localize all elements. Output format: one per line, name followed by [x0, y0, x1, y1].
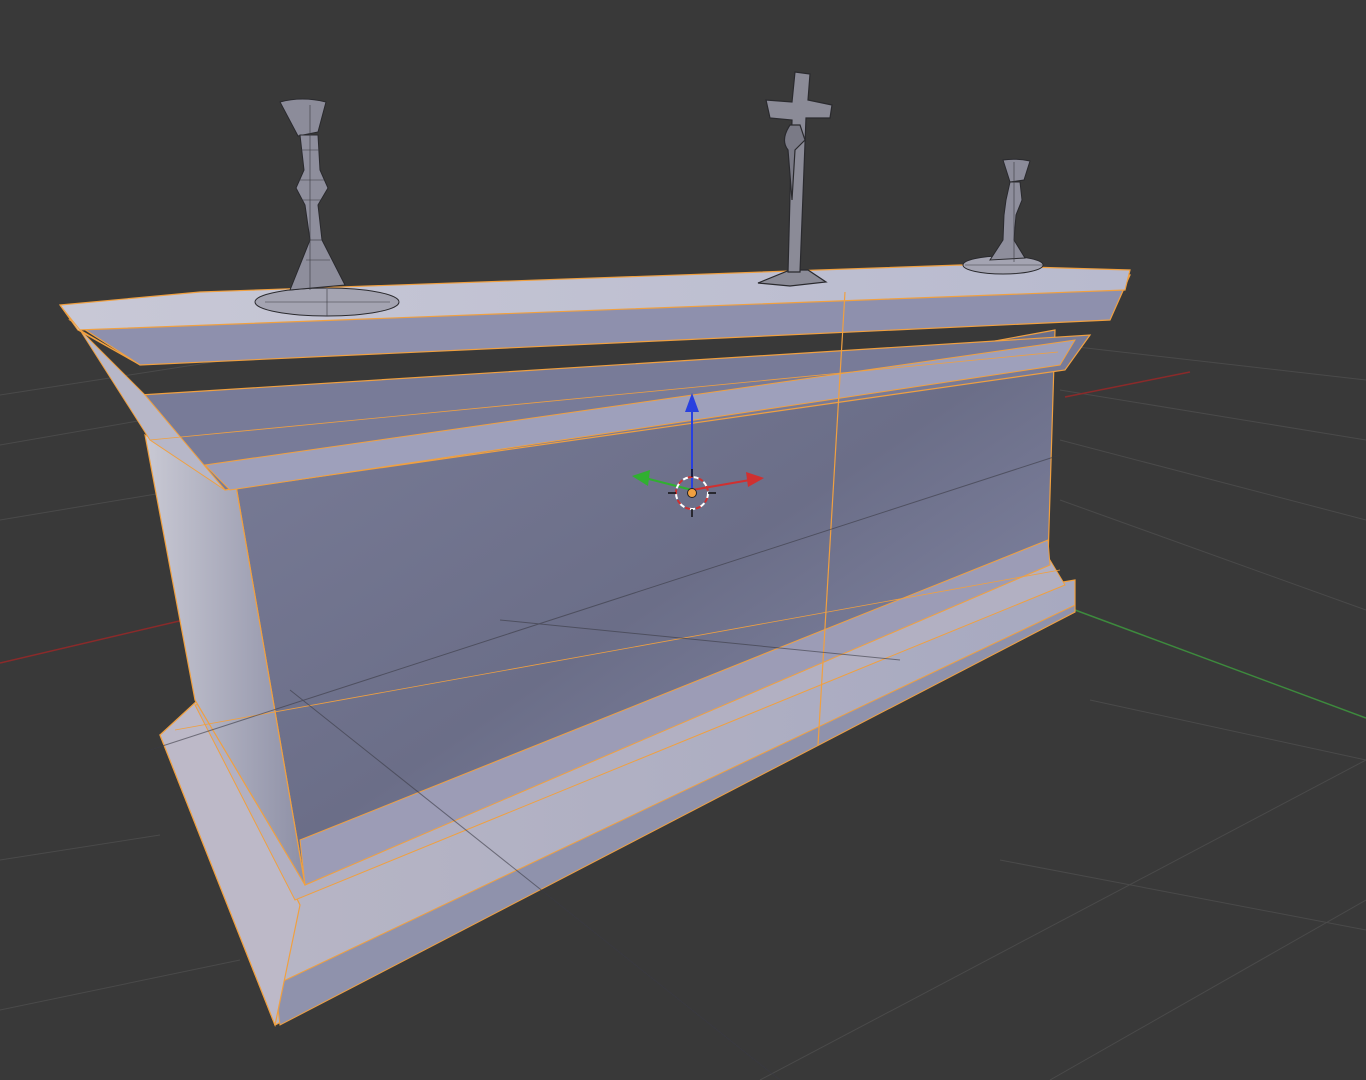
candlestick-left[interactable]: [254, 98, 400, 317]
axis-y-line: [1074, 609, 1366, 719]
3d-viewport[interactable]: [0, 0, 1366, 1080]
crucifix[interactable]: [757, 71, 833, 287]
object-origin-icon[interactable]: [687, 488, 697, 498]
candlestick-right[interactable]: [962, 158, 1044, 275]
altar-mesh[interactable]: [58, 264, 1131, 1080]
viewport-canvas[interactable]: [0, 0, 1366, 1080]
